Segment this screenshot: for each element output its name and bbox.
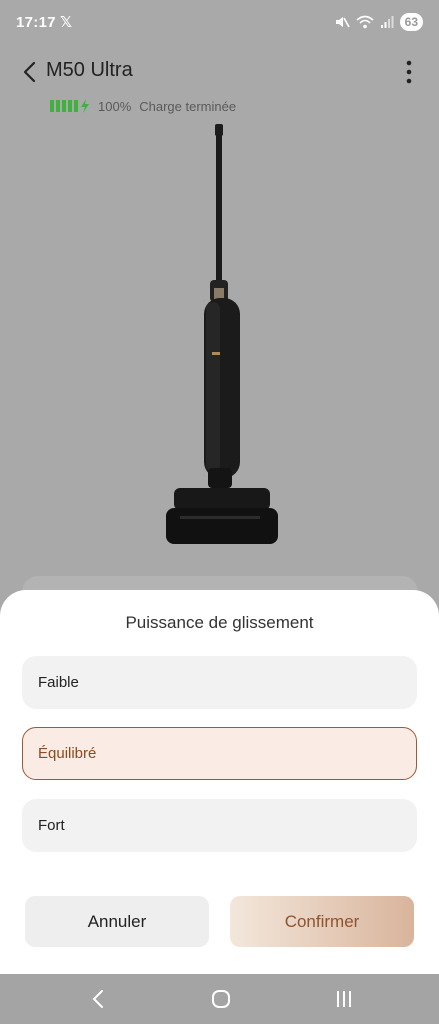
page-title: M50 Ultra <box>46 59 133 81</box>
option-fort[interactable]: Fort <box>22 799 417 852</box>
back-arrow-icon[interactable] <box>20 60 42 84</box>
status-bar: 17:17 𝕏 63 <box>0 0 439 48</box>
wifi-icon <box>356 15 374 29</box>
charge-status: Charge terminée <box>139 98 237 114</box>
vacuum-product-image <box>166 124 278 544</box>
device-battery-icon <box>50 99 90 113</box>
recents-nav-icon[interactable] <box>331 986 357 1012</box>
confirm-button[interactable]: Confirmer <box>230 896 414 947</box>
option-equilibre[interactable]: Équilibré <box>22 727 417 780</box>
battery-percent: 100% <box>98 98 132 114</box>
battery-icon: 63 <box>399 13 423 31</box>
device-battery-status: 100% Charge terminée <box>50 97 236 115</box>
status-icons: 63 <box>334 13 423 31</box>
signal-icon <box>380 16 394 28</box>
glide-power-sheet: Puissance de glissement Faible Équilibré… <box>0 590 439 974</box>
option-faible[interactable]: Faible <box>22 656 417 709</box>
charging-bolt-icon <box>81 99 89 113</box>
system-navbar <box>0 974 439 1024</box>
home-nav-icon[interactable] <box>208 986 234 1012</box>
header: M50 Ultra <box>0 56 439 88</box>
back-nav-icon[interactable] <box>86 986 112 1012</box>
status-time: 17:17 <box>16 14 56 31</box>
more-options-icon[interactable] <box>401 58 417 86</box>
sheet-title: Puissance de glissement <box>125 613 314 632</box>
mute-icon <box>335 17 350 28</box>
cancel-button[interactable]: Annuler <box>25 896 209 947</box>
x-logo-icon: 𝕏 <box>60 14 73 31</box>
